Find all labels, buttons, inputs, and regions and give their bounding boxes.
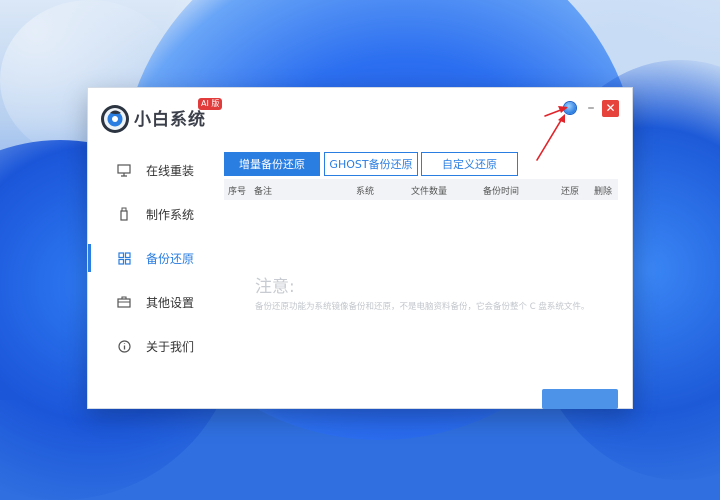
sidebar-item-online-reinstall[interactable]: 在线重装 [88, 148, 216, 192]
column-header-delete: 删除 [594, 187, 613, 197]
ai-badge: AI 版 [198, 98, 223, 110]
app-window: 小白系统 AI 版 – ✕ 在线重装 制作系统 备份还原 其他设置 关于我们 增… [88, 88, 632, 409]
column-header-restore: 还原 [561, 187, 580, 197]
table-header: 序号 备注 系统 文件数量 备份时间 还原 删除 [224, 179, 618, 200]
app-logo [101, 105, 129, 133]
column-header-note: 备注 [254, 187, 273, 197]
app-title: 小白系统 [134, 110, 206, 130]
monitor-icon [114, 163, 134, 177]
close-button[interactable]: ✕ [602, 100, 619, 117]
sidebar-item-label: 其他设置 [146, 295, 195, 310]
info-icon [114, 339, 134, 353]
skin-icon[interactable] [564, 102, 576, 114]
column-header-system: 系统 [356, 187, 375, 197]
column-header-backup-time: 备份时间 [483, 187, 520, 197]
usb-icon [114, 207, 134, 221]
sidebar-item-about-us[interactable]: 关于我们 [88, 324, 216, 368]
sidebar-item-other-settings[interactable]: 其他设置 [88, 280, 216, 324]
sidebar-item-make-system[interactable]: 制作系统 [88, 192, 216, 236]
minimize-button[interactable]: – [584, 100, 598, 116]
action-button[interactable] [542, 389, 618, 409]
note-title: 注意: [255, 277, 295, 297]
column-header-file-count: 文件数量 [411, 187, 448, 197]
sidebar-item-label: 在线重装 [146, 163, 195, 178]
tab-ghost-backup[interactable]: GHOST备份还原 [324, 152, 418, 176]
sidebar-item-label: 关于我们 [146, 339, 195, 354]
sidebar: 在线重装 制作系统 备份还原 其他设置 关于我们 [88, 148, 216, 368]
grid-icon [114, 251, 134, 265]
sidebar-item-label: 制作系统 [146, 207, 195, 222]
toolbox-icon [114, 296, 134, 308]
column-header-index: 序号 [228, 187, 247, 197]
note-text: 备份还原功能为系统镜像备份和还原，不是电脑资料备份，它会备份整个 C 盘系统文件… [255, 302, 590, 312]
tab-custom-restore[interactable]: 自定义还原 [421, 152, 518, 176]
sidebar-item-backup-restore[interactable]: 备份还原 [88, 236, 216, 280]
sidebar-item-label: 备份还原 [146, 251, 195, 266]
tab-incremental-backup[interactable]: 增量备份还原 [224, 152, 320, 176]
